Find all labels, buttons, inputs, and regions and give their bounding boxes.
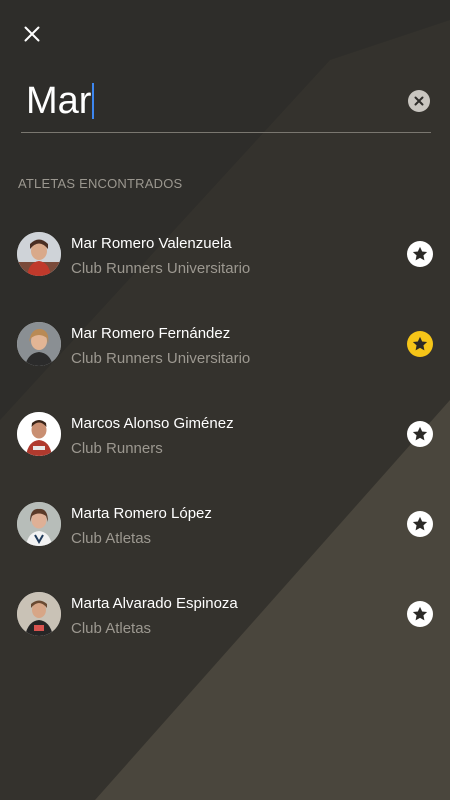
close-button[interactable] xyxy=(16,18,48,50)
star-icon xyxy=(412,336,428,351)
favorite-button[interactable] xyxy=(407,421,433,447)
text-caret xyxy=(92,83,95,119)
clear-search-button[interactable] xyxy=(408,90,430,112)
avatar xyxy=(17,502,61,546)
search-screen: Mar ATLETAS ENCONTRADOS Mar Romero Valen… xyxy=(0,0,450,800)
close-icon xyxy=(24,26,40,42)
athlete-club: Club Atletas xyxy=(71,620,152,637)
athlete-row[interactable]: Marta Alvarado Espinoza Club Atletas xyxy=(0,568,450,658)
favorite-button[interactable] xyxy=(407,241,433,267)
athlete-club: Club Runners Universitario xyxy=(71,350,251,367)
athlete-row[interactable]: Marta Romero López Club Atletas xyxy=(0,478,450,568)
athlete-name: Mar Romero Valenzuela xyxy=(71,235,232,252)
athlete-name: Marta Romero López xyxy=(71,505,212,522)
star-icon xyxy=(412,426,428,441)
star-icon xyxy=(412,606,428,621)
athlete-name: Marta Alvarado Espinoza xyxy=(71,595,238,612)
athlete-list: Mar Romero Valenzuela Club Runners Unive… xyxy=(0,208,450,658)
athlete-row[interactable]: Mar Romero Valenzuela Club Runners Unive… xyxy=(0,208,450,298)
avatar xyxy=(17,232,61,276)
avatar xyxy=(17,412,61,456)
athlete-row[interactable]: Mar Romero Fernández Club Runners Univer… xyxy=(0,298,450,388)
avatar xyxy=(17,592,61,636)
star-icon xyxy=(412,516,428,531)
clear-circle-icon xyxy=(414,96,424,106)
athlete-club: Club Atletas xyxy=(71,530,152,547)
favorite-button-active[interactable] xyxy=(407,331,433,357)
search-input[interactable]: Mar xyxy=(26,78,95,124)
athlete-club: Club Runners xyxy=(71,440,163,457)
favorite-button[interactable] xyxy=(407,601,433,627)
search-field[interactable]: Mar xyxy=(21,70,431,133)
search-query: Mar xyxy=(26,80,92,122)
athlete-club: Club Runners Universitario xyxy=(71,260,251,277)
favorite-button[interactable] xyxy=(407,511,433,537)
star-icon xyxy=(412,246,428,261)
avatar xyxy=(17,322,61,366)
athlete-name: Mar Romero Fernández xyxy=(71,325,231,342)
athlete-row[interactable]: Marcos Alonso Giménez Club Runners xyxy=(0,388,450,478)
section-title: ATLETAS ENCONTRADOS xyxy=(18,176,183,191)
athlete-name: Marcos Alonso Giménez xyxy=(71,415,234,432)
